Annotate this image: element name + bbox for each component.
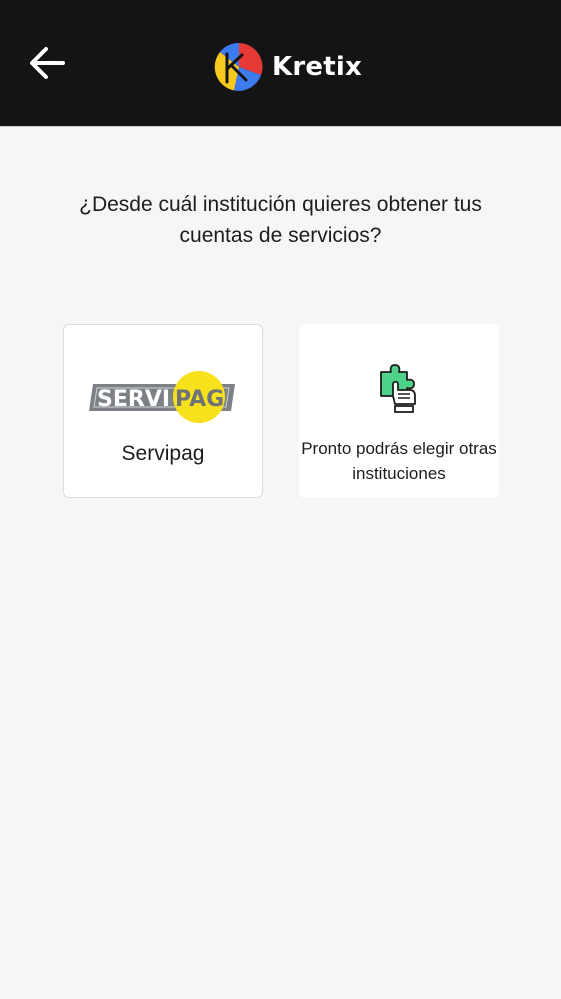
coming-soon-card: Pronto podrás elegir otras instituciones: [299, 324, 499, 498]
app-header: Kretix: [0, 0, 561, 127]
institution-card-servipag[interactable]: SERVI PAG Servipag: [63, 324, 263, 498]
servipag-logo: SERVI PAG: [89, 371, 235, 423]
servipag-logo-text-right: PAG: [175, 387, 224, 412]
back-button[interactable]: [22, 40, 72, 86]
arrow-left-icon: [30, 47, 65, 79]
brand: Kretix: [214, 42, 362, 92]
coming-soon-text: Pronto podrás elegir otras instituciones: [301, 439, 497, 483]
institution-name: Servipag: [121, 442, 205, 465]
page-question: ¿Desde cuál institución quieres obtener …: [79, 193, 482, 247]
servipag-logo-text-left: SERVI: [97, 387, 170, 412]
kretix-logo-icon: [214, 42, 263, 91]
puzzle-hand-icon: [380, 364, 416, 413]
brand-name: Kretix: [272, 52, 362, 82]
